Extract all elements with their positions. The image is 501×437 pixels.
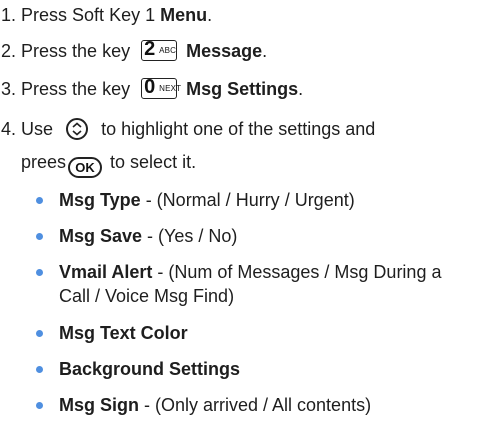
step-2: 2. Press the key 2 ABC Message. bbox=[1, 38, 268, 62]
setting-desc-continued: Call / Voice Msg Find) bbox=[59, 286, 235, 306]
list-item: Msg Sign - (Only arrived / All contents) bbox=[36, 393, 496, 417]
setting-name: Msg Sign bbox=[59, 395, 139, 415]
instructions-document: 1. Press Soft Key 1 Menu. 2. Press the k… bbox=[0, 0, 501, 437]
step-number: 3. bbox=[1, 79, 17, 99]
step-1: 1. Press Soft Key 1 Menu. bbox=[1, 5, 212, 26]
step-text: Press Soft Key 1 bbox=[21, 5, 156, 25]
setting-desc: - (Normal / Hurry / Urgent) bbox=[140, 190, 355, 210]
step-text: Press the key bbox=[21, 79, 131, 99]
list-item: Vmail Alert - (Num of Messages / Msg Dur… bbox=[36, 260, 496, 308]
setting-name: Vmail Alert bbox=[59, 262, 153, 282]
bullet-icon bbox=[36, 402, 43, 409]
step-4-continued: prees OK to select it. bbox=[1, 152, 196, 178]
step-number: 2. bbox=[1, 41, 17, 61]
step-end: . bbox=[298, 79, 304, 99]
step-text-d: to select it. bbox=[110, 152, 197, 172]
message-label: Message bbox=[186, 41, 263, 61]
bullet-icon bbox=[36, 233, 43, 240]
step-end: . bbox=[262, 41, 268, 61]
setting-name: Msg Save bbox=[59, 226, 143, 246]
step-end: . bbox=[207, 5, 213, 25]
list-item: Msg Type - (Normal / Hurry / Urgent) bbox=[36, 188, 496, 212]
setting-desc: - (Yes / No) bbox=[142, 226, 238, 246]
bullet-icon bbox=[36, 197, 43, 204]
setting-name: Msg Text Color bbox=[59, 323, 188, 343]
setting-name: Msg Type bbox=[59, 190, 141, 210]
setting-name: Background Settings bbox=[59, 359, 241, 379]
key-2-abc-icon: 2 ABC bbox=[141, 38, 178, 61]
step-number: 4. bbox=[1, 119, 17, 139]
menu-label: Menu bbox=[160, 5, 208, 25]
key-sub-label: ABC bbox=[159, 46, 177, 55]
key-main-char: 0 bbox=[144, 76, 156, 98]
bullet-icon bbox=[36, 366, 43, 373]
step-text-b: to highlight one of the settings and bbox=[101, 119, 376, 139]
ok-key-icon: OK bbox=[68, 157, 103, 178]
navigation-key-icon bbox=[66, 118, 89, 140]
bullet-icon bbox=[36, 330, 43, 337]
step-number: 1. bbox=[1, 5, 17, 25]
setting-desc: - (Only arrived / All contents) bbox=[139, 395, 372, 415]
step-text-a: Use bbox=[21, 119, 54, 139]
bullet-icon bbox=[36, 269, 43, 276]
key-main-char: 2 bbox=[144, 38, 156, 60]
key-0-next-icon: 0 NEXT bbox=[141, 76, 181, 99]
list-item: Msg Text Color bbox=[36, 321, 496, 345]
settings-list: Msg Type - (Normal / Hurry / Urgent) Msg… bbox=[36, 188, 496, 417]
msg-settings-label: Msg Settings bbox=[186, 79, 299, 99]
step-3: 3. Press the key 0 NEXT Msg Settings. bbox=[1, 76, 304, 100]
step-text-c: prees bbox=[21, 152, 67, 172]
key-sub-label: NEXT bbox=[159, 84, 182, 93]
step-text: Press the key bbox=[21, 41, 131, 61]
list-item: Msg Save - (Yes / No) bbox=[36, 224, 496, 248]
setting-desc: - (Num of Messages / Msg During a bbox=[152, 262, 442, 282]
list-item: Background Settings bbox=[36, 357, 496, 381]
step-4: 4. Use to highlight one of the settings … bbox=[1, 118, 375, 140]
